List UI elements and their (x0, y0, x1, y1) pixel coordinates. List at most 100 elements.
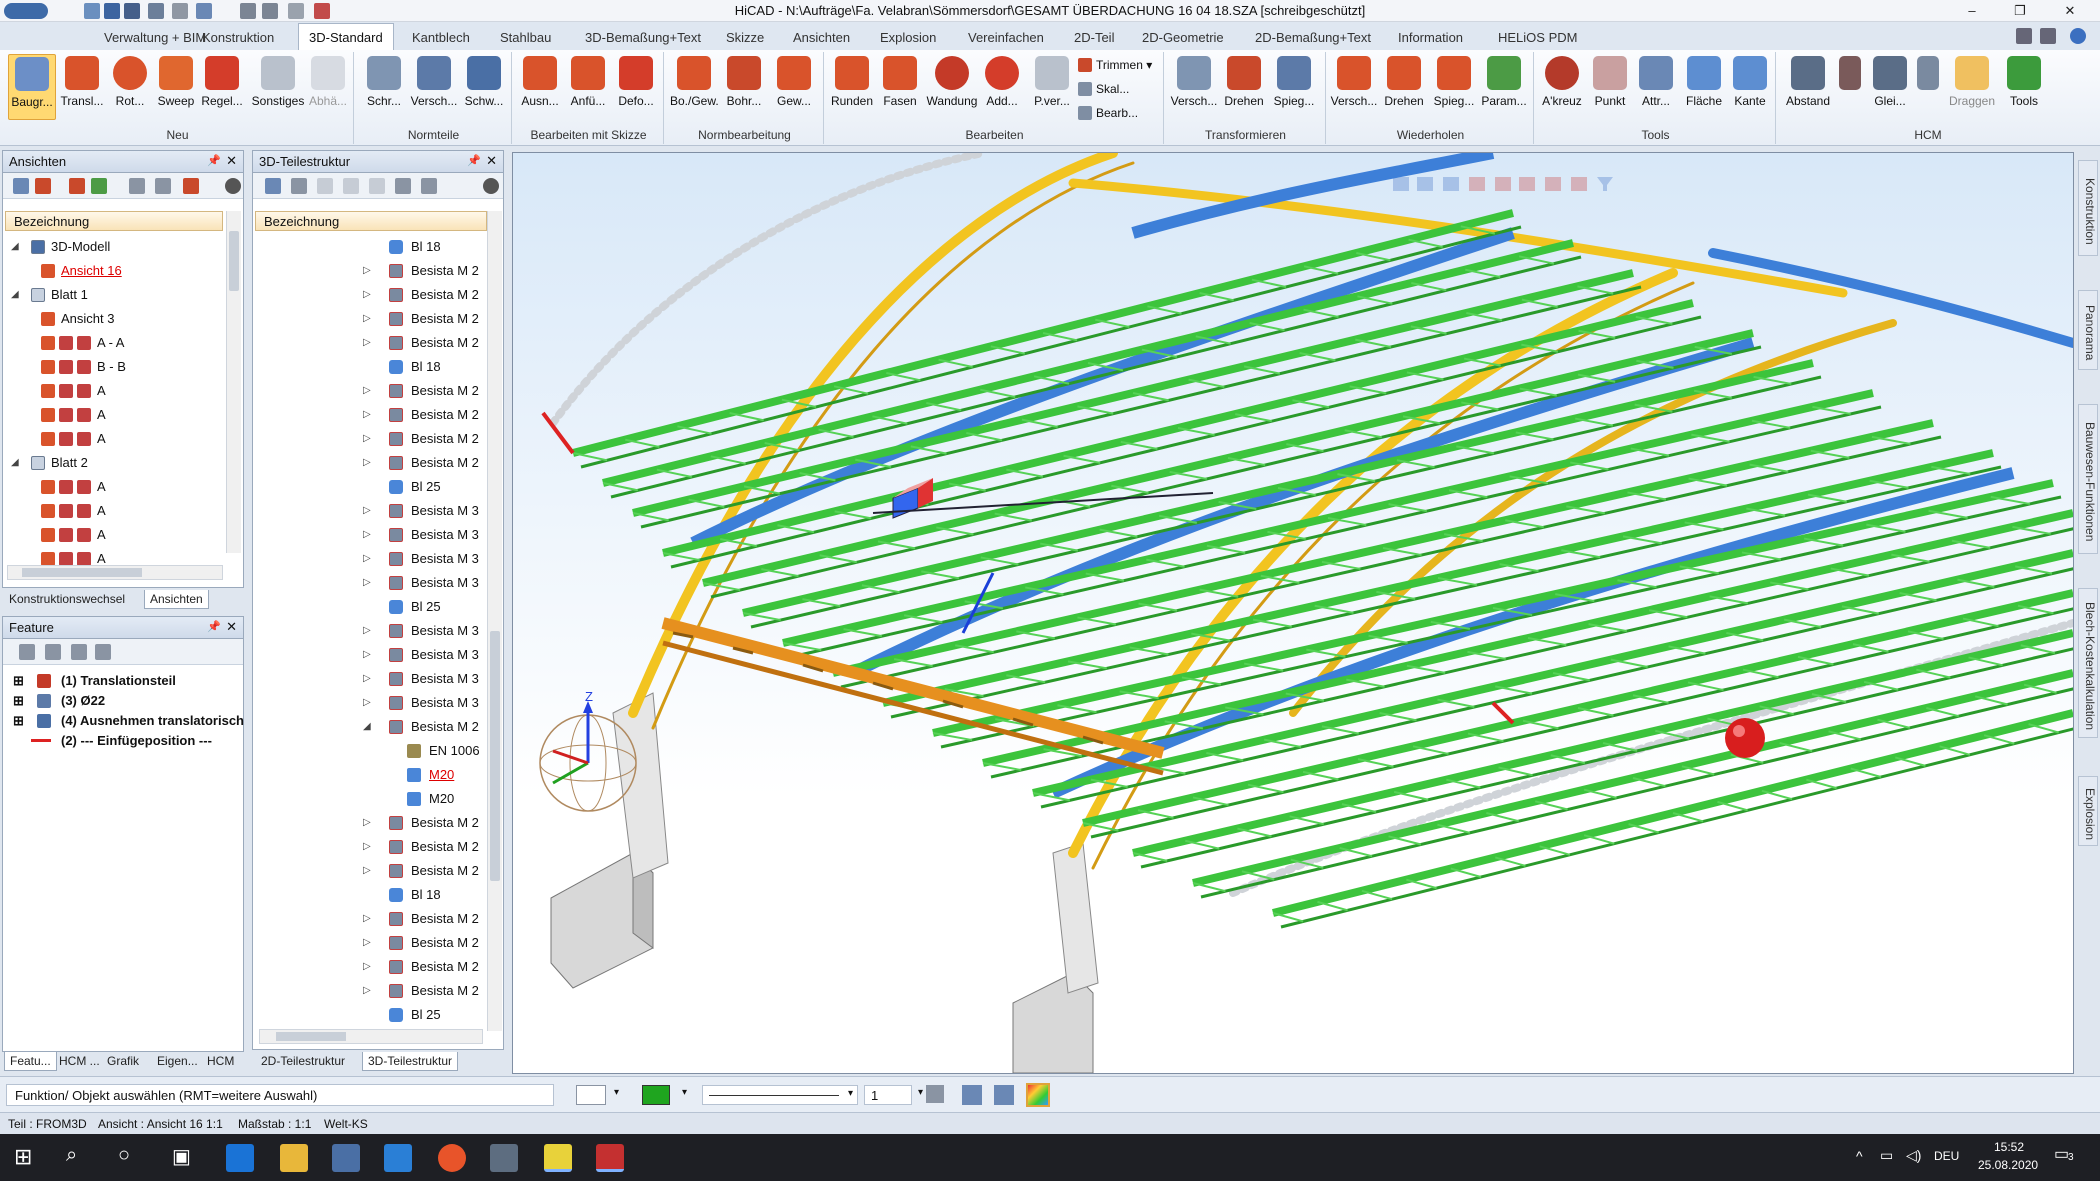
layout-icon[interactable] (2016, 28, 2032, 44)
anfuegen-button[interactable]: Anfü... (564, 54, 612, 120)
line-width-icon[interactable] (926, 1085, 944, 1103)
part-tree-item[interactable]: ▷ Besista M 2 (253, 835, 485, 859)
part-tree-item[interactable]: ▷ Besista M 3 (253, 667, 485, 691)
hscroll-thumb[interactable] (276, 1032, 346, 1041)
view-tree-item[interactable]: A (7, 523, 223, 547)
attribute-button[interactable]: Attr... (1632, 54, 1680, 120)
network-icon[interactable]: ▭ (1880, 1147, 1893, 1164)
part-tree-item[interactable]: ▷ Besista M 3 (253, 691, 485, 715)
translation-button[interactable]: Transl... (58, 54, 106, 120)
minimize-button[interactable]: – (1952, 1, 1992, 21)
tab-feature[interactable]: Featu... (4, 1052, 57, 1071)
tab-3d-bemassung[interactable]: 3D-Bemaßung+Text (585, 30, 701, 45)
hscroll-thumb[interactable] (22, 568, 142, 577)
abstand-button[interactable]: Abstand (1782, 54, 1834, 120)
view-tree-item[interactable]: Ansicht 16 (7, 259, 223, 283)
ansichten-hscrollbar[interactable] (7, 565, 223, 580)
close-icon[interactable]: ✕ (486, 153, 497, 169)
view-new-icon[interactable] (13, 178, 29, 194)
wandung-button[interactable]: Wandung (924, 54, 980, 120)
axis-gizmo[interactable]: Z (539, 689, 637, 812)
expand-icon[interactable]: ▷ (363, 427, 371, 451)
expand-icon[interactable]: ▷ (363, 451, 371, 475)
calculator-icon[interactable] (490, 1144, 518, 1172)
side-tab-konstruktion[interactable]: Konstruktion (2078, 160, 2098, 256)
part-tree-item[interactable]: Bl 25 (253, 475, 485, 499)
ansichten-scrollbar[interactable] (226, 211, 241, 553)
expand-icon[interactable] (343, 178, 359, 194)
teilestruktur-hscrollbar[interactable] (259, 1029, 483, 1044)
punkt-button[interactable]: Punkt (1586, 54, 1634, 120)
tab-stahlbau[interactable]: Stahlbau (500, 30, 551, 45)
hcm-constraint-button[interactable] (1836, 54, 1864, 120)
runden-button[interactable]: Runden (828, 54, 876, 120)
addieren-button[interactable]: Add... (978, 54, 1026, 120)
clock-time[interactable]: 15:52 (1994, 1140, 2024, 1154)
collapse-icon[interactable]: ◢ (11, 235, 19, 259)
settings-icon[interactable] (483, 178, 499, 194)
pin-icon[interactable]: 📌 (207, 154, 221, 167)
tab-ansichten-panel[interactable]: Ansichten (144, 590, 209, 609)
ansichten-column-header[interactable]: Bezeichnung (5, 211, 223, 231)
part-tree-item[interactable]: ▷ Besista M 2 (253, 979, 485, 1003)
expand-icon[interactable]: ▷ (363, 523, 371, 547)
expand-icon[interactable]: ▷ (363, 859, 371, 883)
pin-icon[interactable]: 📌 (467, 154, 481, 167)
view-tree-item[interactable]: ◢ Blatt 1 (7, 283, 223, 307)
expand-icon[interactable]: ▷ (363, 331, 371, 355)
color-swatch[interactable] (642, 1085, 670, 1105)
expand-icon[interactable]: ▷ (363, 571, 371, 595)
store-icon[interactable] (332, 1144, 360, 1172)
verschieben-wiederholen-button[interactable]: Versch... (1330, 54, 1378, 120)
tab-vereinfachen[interactable]: Vereinfachen (968, 30, 1044, 45)
part-tree-item[interactable]: ▷ Besista M 2 (253, 907, 485, 931)
search-icon[interactable]: ⌕ (66, 1144, 77, 1167)
schraube-button[interactable]: Schr... (360, 54, 408, 120)
steel-canopy-model[interactable]: Z (513, 147, 2082, 1074)
fasen-button[interactable]: Fasen (876, 54, 924, 120)
part-tree-item[interactable]: ▷ Besista M 2 (253, 955, 485, 979)
verschieben-button[interactable]: Versch... (1170, 54, 1218, 120)
part-tree-item[interactable]: ▷ Besista M 2 (253, 307, 485, 331)
part-tree-item[interactable]: ▷ Besista M 3 (253, 571, 485, 595)
tab-grafik[interactable]: Grafik (102, 1052, 144, 1070)
bohrung-button[interactable]: Bohr... (720, 54, 768, 120)
expand-icon[interactable]: ▷ (363, 691, 371, 715)
pick-icon[interactable] (291, 178, 307, 194)
part-tree-item[interactable]: ▷ Besista M 2 (253, 259, 485, 283)
side-tab-panorama[interactable]: Panorama (2078, 290, 2098, 370)
chevron-down-icon[interactable]: ▾ (918, 1087, 923, 1098)
view-tree-item[interactable]: A (7, 475, 223, 499)
trimmen-button[interactable]: Trimmen ▾ (1078, 58, 1152, 72)
feature-expand-icon[interactable] (95, 644, 111, 660)
structure-icon[interactable] (369, 178, 385, 194)
tab-3d-standard[interactable]: 3D-Standard (298, 23, 394, 51)
command-prompt[interactable]: Funktion/ Objekt auswählen (RMT=weitere … (6, 1084, 554, 1106)
tab-2d-teil[interactable]: 2D-Teil (1074, 30, 1114, 45)
coordinate-icon[interactable] (994, 1085, 1014, 1105)
gewinde-button[interactable]: Gew... (770, 54, 818, 120)
view-toolbar[interactable] (1393, 177, 1613, 191)
view-filter-icon[interactable] (155, 178, 171, 194)
collapse-icon[interactable]: ◢ (11, 451, 19, 475)
part-tree-item[interactable]: ▷ Besista M 2 (253, 283, 485, 307)
part-tree-item[interactable]: ▷ Besista M 2 (253, 931, 485, 955)
gleich-button[interactable]: Glei... (1866, 54, 1914, 120)
bearbeiten-small-button[interactable]: Bearb... (1078, 106, 1138, 120)
chevron-down-icon[interactable]: ▾ (614, 1087, 619, 1098)
chevron-down-icon[interactable]: ▾ (682, 1087, 687, 1098)
expand-icon[interactable]: ▷ (363, 379, 371, 403)
edge-member[interactable] (1491, 701, 1515, 725)
settings-icon[interactable] (225, 178, 241, 194)
teilestruktur-scrollbar[interactable] (487, 211, 502, 1031)
schweissen-button[interactable]: Schw... (460, 54, 508, 120)
verschraubung-button[interactable]: Versch... (410, 54, 458, 120)
bohrung-gewinde-button[interactable]: Bo./Gew. (670, 54, 719, 120)
view-move-icon[interactable] (35, 178, 51, 194)
tab-hcm-1[interactable]: HCM ... (54, 1052, 105, 1070)
expand-icon[interactable]: ▷ (363, 955, 371, 979)
part-tree-item[interactable]: ▷ Besista M 2 (253, 331, 485, 355)
restore-button[interactable]: ❐ (2000, 1, 2040, 21)
close-button[interactable]: ✕ (2050, 1, 2090, 21)
expand-icon[interactable]: ▷ (363, 619, 371, 643)
